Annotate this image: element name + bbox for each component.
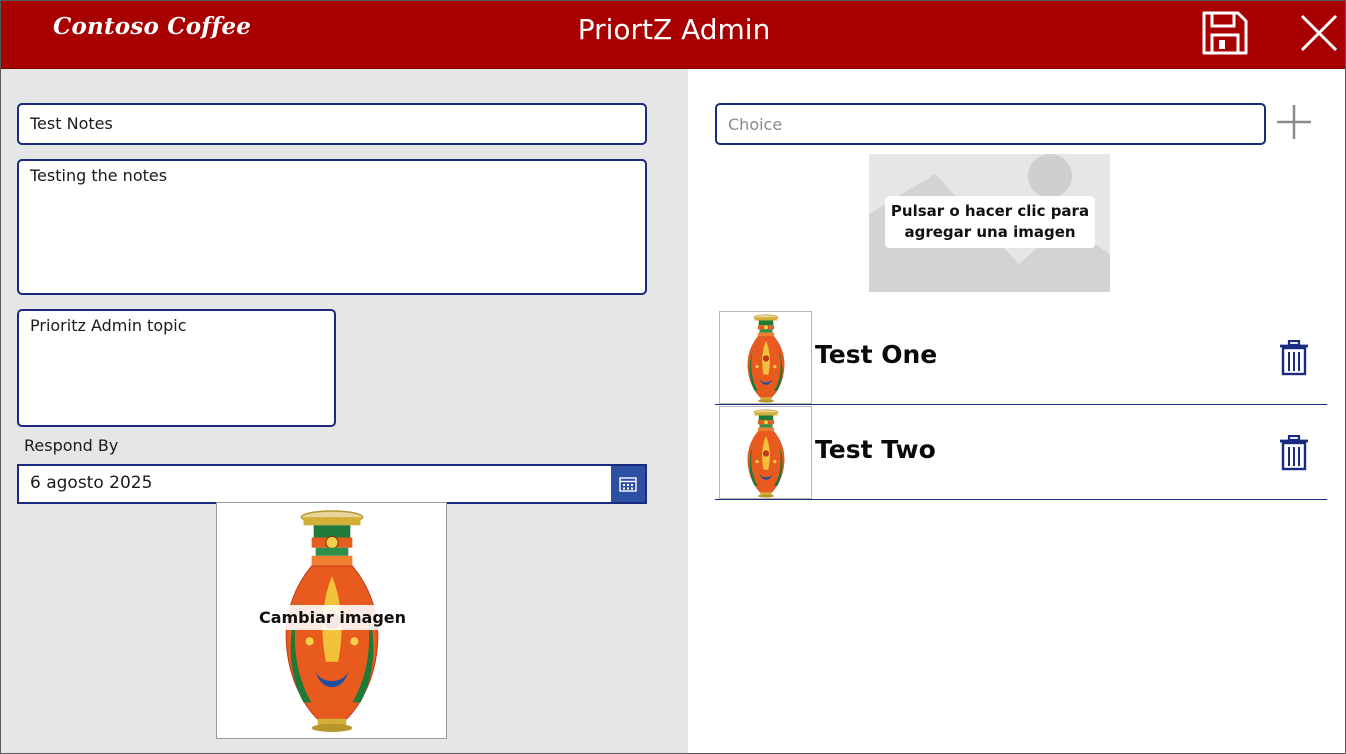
item-image[interactable]: Cambiar imagen [216,502,447,739]
save-icon [1202,11,1248,55]
change-image-label: Cambiar imagen [217,605,446,630]
trash-icon [1280,339,1308,376]
choices-panel: Pulsar o hacer clic para agregar una ima… [688,69,1345,753]
add-image-label: Pulsar o hacer clic para agregar una ima… [885,196,1095,248]
page-title: PriortZ Admin [577,13,771,46]
save-button[interactable] [1198,9,1250,57]
respond-by-date-value: 6 agosto 2025 [30,473,153,493]
list-item[interactable]: Test One [715,310,1327,405]
delete-button[interactable] [1279,434,1309,471]
edit-form-panel: Test Notes Testing the notes Prioritz Ad… [1,69,688,753]
add-choice-button[interactable] [1275,103,1313,141]
app-window: Contoso Coffee PriortZ Admin Test Notes … [0,0,1346,754]
delete-button[interactable] [1279,339,1309,376]
close-button[interactable] [1297,11,1341,55]
notes-field[interactable]: Testing the notes [17,159,647,295]
item-title: Test Two [815,435,936,464]
item-thumbnail [719,311,812,404]
add-image-placeholder[interactable]: Pulsar o hacer clic para agregar una ima… [869,154,1110,292]
choice-input[interactable] [715,103,1266,145]
app-header: Contoso Coffee PriortZ Admin [1,1,1345,69]
topic-field[interactable]: Prioritz Admin topic [17,309,336,427]
calendar-icon [619,477,637,492]
vase-thumbnail [747,409,785,498]
item-title: Test One [815,340,938,369]
vase-thumbnail [747,314,785,403]
list-item[interactable]: Test Two [715,405,1327,500]
calendar-button[interactable] [611,466,645,502]
close-icon [1300,14,1338,52]
item-thumbnail [719,406,812,499]
respond-by-date-picker[interactable]: 6 agosto 2025 [17,464,647,504]
respond-by-label: Respond By [24,436,119,455]
plus-icon [1277,105,1311,139]
title-field[interactable]: Test Notes [17,103,647,145]
trash-icon [1280,434,1308,471]
change-image-text: Cambiar imagen [250,605,415,630]
choices-gallery: Test One Test Two [715,310,1327,500]
